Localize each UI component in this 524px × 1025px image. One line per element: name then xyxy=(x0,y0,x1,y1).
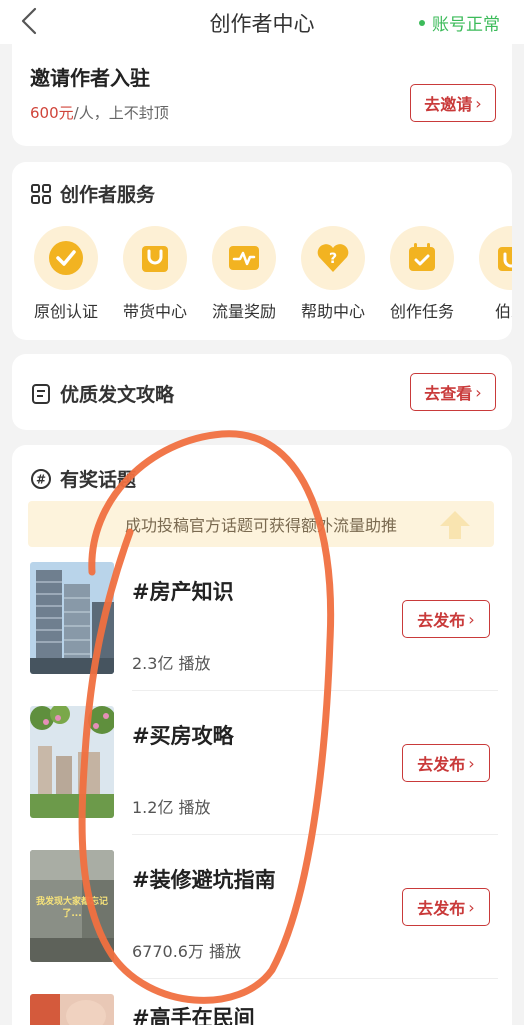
topic-views: 2.3亿 播放 xyxy=(132,654,211,673)
service-icon-bg xyxy=(123,226,187,290)
chevron-right-icon: › xyxy=(475,382,482,402)
topic-name: #高手在民间 xyxy=(132,1006,255,1025)
topics-header: # 有奖话题 xyxy=(30,465,136,492)
thumbnail-caption: 我发现大家都忘记了... xyxy=(35,897,108,919)
flowers-buildings-image-icon xyxy=(30,706,114,818)
chevron-right-icon: › xyxy=(468,897,475,917)
help-heart-icon: ? xyxy=(317,244,349,272)
service-icon-bg xyxy=(212,226,276,290)
chevron-right-icon: › xyxy=(475,93,482,113)
divider xyxy=(132,834,498,835)
invite-card: 邀请作者入驻 600元/人，上不封顶 去邀请 › xyxy=(12,44,512,146)
topics-banner: 成功投稿官方话题可获得额外流量助推 xyxy=(28,501,494,547)
reward-topics-card: # 有奖话题 成功投稿官方话题可获得额外流量助推 #房产知识 2.3亿 播放 去… xyxy=(12,445,512,1025)
topic-views: 6770.6万 播放 xyxy=(132,942,242,961)
chevron-right-icon: › xyxy=(468,753,475,773)
view-guide-label: 去查看 xyxy=(424,384,473,403)
publish-button[interactable]: 去发布 › xyxy=(402,600,490,638)
chevron-right-icon: › xyxy=(468,609,475,629)
topics-title: 有奖话题 xyxy=(60,469,137,491)
buildings-image-icon xyxy=(30,562,114,674)
publish-button[interactable]: 去发布 › xyxy=(402,888,490,926)
hashtag-icon: # xyxy=(31,468,51,489)
hands-image-icon xyxy=(30,994,114,1025)
service-icon-bg xyxy=(390,226,454,290)
account-status-text: 账号正常 xyxy=(432,15,500,35)
topic-item[interactable]: #买房攻略 1.2亿 播放 去发布 › xyxy=(12,706,512,846)
view-guide-button[interactable]: 去查看 › xyxy=(410,373,496,411)
guide-title: 优质发文攻略 xyxy=(60,384,175,406)
check-badge-icon xyxy=(49,241,83,275)
service-label: 流量奖励 xyxy=(211,302,276,321)
account-status: 账号正常 xyxy=(419,10,500,35)
grid-icon xyxy=(31,183,51,204)
service-commerce[interactable]: 带货中心 xyxy=(115,226,195,322)
publish-button-label: 去发布 xyxy=(417,755,466,774)
divider xyxy=(132,978,498,979)
status-dot-icon xyxy=(419,19,425,26)
topic-thumbnail-buildings xyxy=(30,562,114,674)
guide-header: 优质发文攻略 xyxy=(30,380,174,407)
topic-item[interactable]: #房产知识 2.3亿 播放 去发布 › xyxy=(12,562,512,702)
traffic-chart-icon xyxy=(229,246,259,270)
guide-card[interactable]: 优质发文攻略 去查看 › xyxy=(12,354,512,430)
document-icon xyxy=(32,383,50,404)
topic-thumbnail-renovation: 我发现大家都忘记了... xyxy=(30,850,114,962)
invite-title: 邀请作者入驻 xyxy=(30,66,150,90)
svg-text:#: # xyxy=(36,472,46,486)
service-creative-task[interactable]: 创作任务 xyxy=(382,226,462,322)
topic-name: #买房攻略 xyxy=(132,724,234,748)
services-title: 创作者服务 xyxy=(60,184,156,206)
invite-amount: 600元 xyxy=(30,104,74,122)
publish-button-label: 去发布 xyxy=(417,899,466,918)
publish-button[interactable]: 去发布 › xyxy=(402,744,490,782)
service-label: 创作任务 xyxy=(389,302,454,321)
service-label: 帮助中心 xyxy=(300,302,365,321)
service-original-cert[interactable]: 原创认证 xyxy=(26,226,106,322)
shopping-bag-icon xyxy=(142,246,168,272)
service-help-center[interactable]: ? 帮助中心 xyxy=(293,226,373,322)
service-traffic-reward[interactable]: 流量奖励 xyxy=(204,226,284,322)
topic-name: #房产知识 xyxy=(132,580,234,604)
invite-reward: 600元/人，上不封顶 xyxy=(30,102,169,123)
service-icon-bg xyxy=(34,226,98,290)
top-bar: 创作者中心 账号正常 xyxy=(0,0,524,44)
topics-banner-text: 成功投稿官方话题可获得额外流量助推 xyxy=(124,516,397,535)
invite-reward-rest: /人，上不封顶 xyxy=(73,104,169,122)
topic-views: 1.2亿 播放 xyxy=(132,798,211,817)
invite-button[interactable]: 去邀请 › xyxy=(410,84,496,122)
arrow-up-icon xyxy=(440,511,470,539)
invite-button-label: 去邀请 xyxy=(424,95,473,114)
svg-text:?: ? xyxy=(329,251,337,267)
task-calendar-icon xyxy=(409,243,435,271)
services-header: 创作者服务 xyxy=(30,180,155,207)
creator-services-card: 创作者服务 原创认证 带货中心 流量奖励 ? 帮助中心 创作任务 伯 xyxy=(12,162,512,340)
service-icon-bg xyxy=(479,226,512,290)
service-label: 伯乐 xyxy=(494,302,512,321)
topic-thumbnail-hands xyxy=(30,994,114,1025)
service-icon-bg: ? xyxy=(301,226,365,290)
publish-button-label: 去发布 xyxy=(417,611,466,630)
service-label: 原创认证 xyxy=(33,302,98,321)
topic-item[interactable]: #高手在民间 xyxy=(12,994,512,1025)
topic-name: #装修避坑指南 xyxy=(132,868,276,892)
topic-thumbnail-flowers-towers xyxy=(30,706,114,818)
topic-item[interactable]: 我发现大家都忘记了... #装修避坑指南 6770.6万 播放 去发布 › xyxy=(12,850,512,990)
partial-icon xyxy=(498,247,512,271)
service-label: 带货中心 xyxy=(122,302,187,321)
divider xyxy=(132,690,498,691)
service-bole[interactable]: 伯乐 xyxy=(471,226,512,322)
